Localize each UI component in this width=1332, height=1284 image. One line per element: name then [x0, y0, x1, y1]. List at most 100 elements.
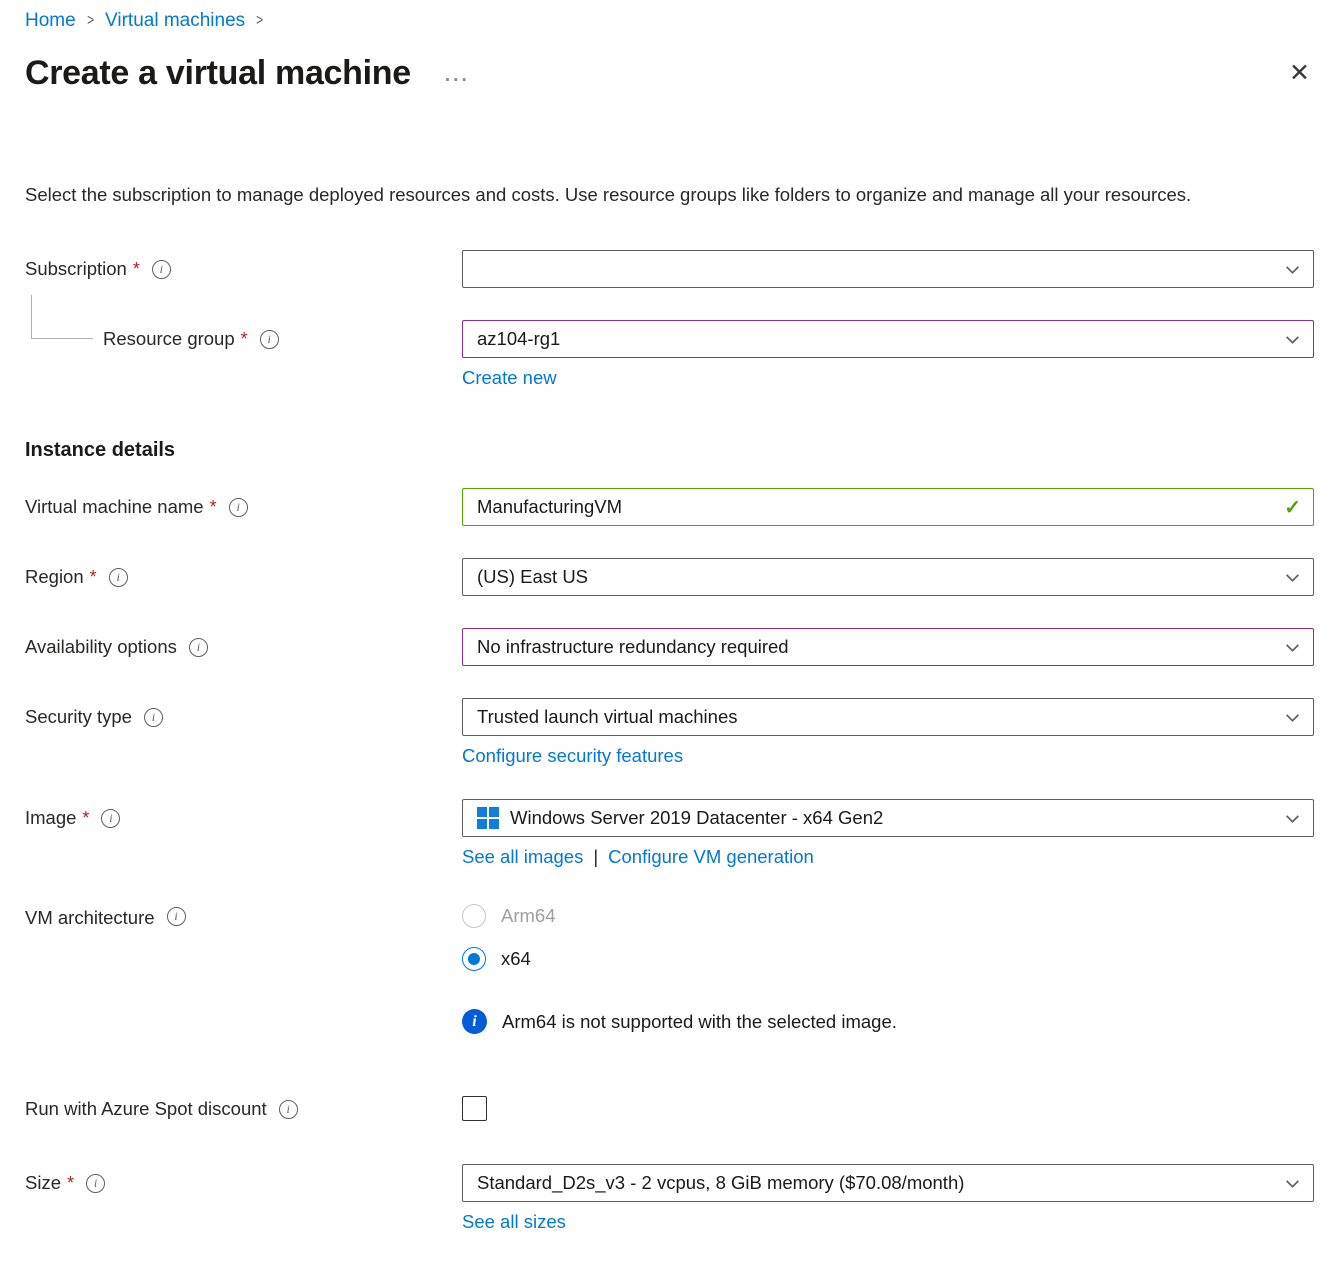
arch-info-message: i Arm64 is not supported with the select…	[462, 1009, 1314, 1034]
required-marker: *	[67, 1173, 74, 1194]
info-icon[interactable]: i	[229, 498, 248, 517]
availability-options-select[interactable]: No infrastructure redundancy required	[462, 628, 1314, 666]
more-options-button[interactable]: ···	[445, 70, 470, 92]
availability-options-label-text: Availability options	[25, 636, 177, 658]
subscription-control	[462, 250, 1314, 288]
breadcrumb-separator-icon: >	[87, 12, 94, 30]
see-all-images-link[interactable]: See all images	[462, 846, 583, 868]
size-label-text: Size	[25, 1172, 61, 1194]
chevron-down-icon	[1284, 810, 1301, 827]
vm-architecture-option-x64[interactable]: x64	[462, 947, 1314, 971]
info-icon[interactable]: i	[101, 809, 120, 828]
availability-options-row: Availability options i No infrastructure…	[25, 628, 1314, 666]
availability-options-label: Availability options i	[25, 628, 462, 666]
configure-security-features-link[interactable]: Configure security features	[462, 745, 683, 767]
breadcrumb: Home > Virtual machines >	[0, 0, 1332, 32]
vm-name-label: Virtual machine name * i	[25, 488, 462, 526]
chevron-down-icon	[1284, 639, 1301, 656]
link-separator: |	[593, 846, 598, 868]
tree-connector	[31, 295, 93, 339]
info-icon[interactable]: i	[109, 568, 128, 587]
image-select[interactable]: Windows Server 2019 Datacenter - x64 Gen…	[462, 799, 1314, 837]
info-filled-icon: i	[462, 1009, 487, 1034]
info-icon[interactable]: i	[152, 260, 171, 279]
info-icon[interactable]: i	[260, 330, 279, 349]
size-control: Standard_D2s_v3 - 2 vcpus, 8 GiB memory …	[462, 1164, 1314, 1233]
required-marker: *	[241, 329, 248, 350]
azure-spot-row: Run with Azure Spot discount i	[25, 1090, 1314, 1128]
size-value: Standard_D2s_v3 - 2 vcpus, 8 GiB memory …	[477, 1172, 1274, 1194]
vm-architecture-row: VM architecture i Arm64 x64 i Arm64 is n…	[25, 904, 1314, 1034]
image-label-text: Image	[25, 807, 76, 829]
intro-text: Select the subscription to manage deploy…	[25, 179, 1295, 210]
close-button[interactable]: ✕	[1289, 61, 1310, 86]
see-all-sizes-link[interactable]: See all sizes	[462, 1211, 566, 1233]
info-icon[interactable]: i	[144, 708, 163, 727]
region-label-text: Region	[25, 566, 84, 588]
vm-name-input[interactable]: ManufacturingVM ✓	[462, 488, 1314, 526]
vm-architecture-label-text: VM architecture	[25, 907, 155, 929]
region-control: (US) East US	[462, 558, 1314, 596]
resource-group-label-text: Resource group	[103, 328, 235, 350]
image-row: Image * i Windows Server 2019 Datacenter…	[25, 799, 1314, 868]
info-icon[interactable]: i	[86, 1174, 105, 1193]
create-new-link[interactable]: Create new	[462, 367, 557, 389]
security-type-label-text: Security type	[25, 706, 132, 728]
size-select[interactable]: Standard_D2s_v3 - 2 vcpus, 8 GiB memory …	[462, 1164, 1314, 1202]
region-row: Region * i (US) East US	[25, 558, 1314, 596]
info-icon[interactable]: i	[189, 638, 208, 657]
vm-name-label-text: Virtual machine name	[25, 496, 204, 518]
image-control: Windows Server 2019 Datacenter - x64 Gen…	[462, 799, 1314, 868]
image-label: Image * i	[25, 799, 462, 837]
required-marker: *	[133, 259, 140, 280]
radio-label-x64: x64	[501, 948, 531, 970]
breadcrumb-virtual-machines-link[interactable]: Virtual machines	[105, 10, 245, 32]
configure-vm-generation-link[interactable]: Configure VM generation	[608, 846, 814, 868]
azure-spot-control	[462, 1090, 1314, 1126]
region-select[interactable]: (US) East US	[462, 558, 1314, 596]
page-title: Create a virtual machine	[25, 54, 411, 93]
radio-selected-icon	[462, 947, 486, 971]
chevron-down-icon	[1284, 569, 1301, 586]
arch-info-message-text: Arm64 is not supported with the selected…	[502, 1011, 897, 1033]
security-type-select[interactable]: Trusted launch virtual machines	[462, 698, 1314, 736]
security-type-value: Trusted launch virtual machines	[477, 706, 1274, 728]
radio-unselected-icon	[462, 904, 486, 928]
required-marker: *	[82, 808, 89, 829]
info-icon[interactable]: i	[167, 907, 186, 926]
breadcrumb-home-link[interactable]: Home	[25, 10, 76, 32]
create-vm-page: Home > Virtual machines > Create a virtu…	[0, 0, 1332, 1284]
chevron-down-icon	[1284, 1175, 1301, 1192]
vm-architecture-option-arm64[interactable]: Arm64	[462, 904, 1314, 928]
resource-group-label: Resource group * i	[25, 320, 462, 358]
azure-spot-label: Run with Azure Spot discount i	[25, 1090, 462, 1128]
info-icon[interactable]: i	[279, 1100, 298, 1119]
size-row: Size * i Standard_D2s_v3 - 2 vcpus, 8 Gi…	[25, 1164, 1314, 1233]
subscription-label-text: Subscription	[25, 258, 127, 280]
security-type-control: Trusted launch virtual machines Configur…	[462, 698, 1314, 767]
vm-architecture-control: Arm64 x64 i Arm64 is not supported with …	[462, 904, 1314, 1034]
create-vm-form: Subscription * i Resource group * i	[0, 250, 1332, 1257]
vm-architecture-label: VM architecture i	[25, 904, 462, 942]
required-marker: *	[210, 497, 217, 518]
chevron-down-icon	[1284, 261, 1301, 278]
subscription-select[interactable]	[462, 250, 1314, 288]
region-value: (US) East US	[477, 566, 1274, 588]
azure-spot-checkbox[interactable]	[462, 1096, 487, 1121]
breadcrumb-separator-icon: >	[256, 12, 263, 30]
azure-spot-label-text: Run with Azure Spot discount	[25, 1098, 267, 1120]
image-links: See all images | Configure VM generation	[462, 846, 1314, 868]
size-label: Size * i	[25, 1164, 462, 1202]
image-value: Windows Server 2019 Datacenter - x64 Gen…	[510, 807, 1274, 829]
required-marker: *	[90, 567, 97, 588]
vm-name-control: ManufacturingVM ✓	[462, 488, 1314, 526]
availability-options-control: No infrastructure redundancy required	[462, 628, 1314, 666]
instance-details-heading: Instance details	[25, 439, 1314, 462]
vm-name-row: Virtual machine name * i ManufacturingVM…	[25, 488, 1314, 526]
subscription-row: Subscription * i	[25, 250, 1314, 288]
chevron-down-icon	[1284, 709, 1301, 726]
vm-name-value: ManufacturingVM	[477, 496, 1276, 518]
resource-group-select[interactable]: az104-rg1	[462, 320, 1314, 358]
chevron-down-icon	[1284, 331, 1301, 348]
resource-group-row: Resource group * i az104-rg1 Create new	[25, 320, 1314, 389]
